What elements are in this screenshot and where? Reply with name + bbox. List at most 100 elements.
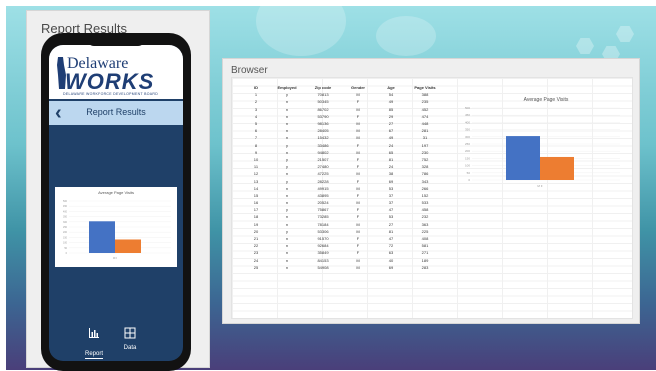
table-cell[interactable]: M: [342, 264, 374, 271]
table-cell[interactable]: 54: [374, 91, 408, 98]
table-cell[interactable]: 5: [242, 120, 270, 127]
table-cell[interactable]: F: [342, 98, 374, 105]
table-cell[interactable]: n: [270, 235, 304, 242]
table-cell[interactable]: 33486: [304, 142, 342, 149]
table-cell[interactable]: y: [270, 177, 304, 184]
table-cell[interactable]: y: [270, 228, 304, 235]
table-cell[interactable]: 363: [408, 221, 442, 228]
table-cell[interactable]: 20524: [304, 199, 342, 206]
table-cell[interactable]: 75867: [304, 206, 342, 213]
table-cell[interactable]: 85: [374, 106, 408, 113]
table-cell[interactable]: 81: [374, 156, 408, 163]
table-cell[interactable]: 21507: [304, 156, 342, 163]
table-cell[interactable]: 15: [242, 192, 270, 199]
table-cell[interactable]: 3: [242, 106, 270, 113]
table-cell[interactable]: n: [270, 221, 304, 228]
table-cell[interactable]: 230: [408, 149, 442, 156]
table-cell[interactable]: n: [270, 213, 304, 220]
table-cell[interactable]: n: [270, 98, 304, 105]
table-row[interactable]: 16 n 20524 M 37 533: [242, 199, 442, 206]
table-cell[interactable]: 18: [242, 213, 270, 220]
table-cell[interactable]: 189: [408, 257, 442, 264]
table-cell[interactable]: 91570: [304, 235, 342, 242]
table-cell[interactable]: 283: [408, 264, 442, 271]
table-cell[interactable]: 24: [242, 257, 270, 264]
table-cell[interactable]: 92684: [304, 242, 342, 249]
table-cell[interactable]: 7: [242, 134, 270, 141]
table-cell[interactable]: n: [270, 149, 304, 156]
table-cell[interactable]: M: [342, 106, 374, 113]
table-cell[interactable]: 37: [374, 199, 408, 206]
table-row[interactable]: 7 n 15432 M 49 31: [242, 134, 442, 141]
table-cell[interactable]: F: [342, 142, 374, 149]
table-cell[interactable]: 24: [374, 163, 408, 170]
table-row[interactable]: 12 n 47225 M 38 786: [242, 170, 442, 177]
table-row[interactable]: 13 y 28228 F 69 343: [242, 177, 442, 184]
table-cell[interactable]: M: [342, 257, 374, 264]
table-cell[interactable]: M: [342, 149, 374, 156]
table-row[interactable]: 2 n 50345 F 49 235: [242, 98, 442, 105]
table-cell[interactable]: M: [342, 134, 374, 141]
table-cell[interactable]: 25: [242, 264, 270, 271]
table-cell[interactable]: M: [342, 221, 374, 228]
table-cell[interactable]: 408: [408, 235, 442, 242]
spreadsheet-view[interactable]: ID Employed Zip code Gender Age Page Vis…: [231, 77, 633, 319]
table-cell[interactable]: 47: [374, 235, 408, 242]
table-cell[interactable]: 81: [374, 228, 408, 235]
table-cell[interactable]: 20: [242, 228, 270, 235]
table-cell[interactable]: 786: [408, 170, 442, 177]
table-cell[interactable]: 24: [374, 142, 408, 149]
table-cell[interactable]: y: [270, 142, 304, 149]
table-cell[interactable]: 22: [242, 242, 270, 249]
table-cell[interactable]: n: [270, 113, 304, 120]
table-cell[interactable]: 72: [374, 242, 408, 249]
table-row[interactable]: 19 n 78184 M 27 363: [242, 221, 442, 228]
table-cell[interactable]: 12: [242, 170, 270, 177]
table-cell[interactable]: 28228: [304, 177, 342, 184]
table-cell[interactable]: 47: [374, 206, 408, 213]
table-cell[interactable]: 43895: [304, 192, 342, 199]
table-row[interactable]: 21 n 91570 F 47 408: [242, 235, 442, 242]
table-cell[interactable]: 17: [242, 206, 270, 213]
table-cell[interactable]: 266: [408, 185, 442, 192]
table-cell[interactable]: F: [342, 213, 374, 220]
table-row[interactable]: 10 y 21507 F 81 752: [242, 156, 442, 163]
table-cell[interactable]: n: [270, 199, 304, 206]
table-row[interactable]: 14 n 49915 M 53 266: [242, 185, 442, 192]
table-cell[interactable]: 38: [374, 170, 408, 177]
table-cell[interactable]: 49: [374, 134, 408, 141]
table-cell[interactable]: 9: [242, 149, 270, 156]
table-cell[interactable]: n: [270, 242, 304, 249]
table-cell[interactable]: 69: [374, 264, 408, 271]
table-cell[interactable]: 271: [408, 249, 442, 256]
table-cell[interactable]: F: [342, 113, 374, 120]
table-cell[interactable]: 63: [374, 249, 408, 256]
table-cell[interactable]: n: [270, 185, 304, 192]
table-cell[interactable]: y: [270, 156, 304, 163]
table-cell[interactable]: 37: [374, 192, 408, 199]
table-cell[interactable]: 752: [408, 156, 442, 163]
table-cell[interactable]: 474: [408, 113, 442, 120]
table-cell[interactable]: 581: [408, 242, 442, 249]
table-cell[interactable]: M: [342, 199, 374, 206]
table-cell[interactable]: 4: [242, 113, 270, 120]
table-cell[interactable]: 388: [408, 91, 442, 98]
table-cell[interactable]: 281: [408, 127, 442, 134]
table-cell[interactable]: y: [270, 206, 304, 213]
table-cell[interactable]: 84153: [304, 257, 342, 264]
table-cell[interactable]: n: [270, 257, 304, 264]
table-cell[interactable]: 23: [242, 249, 270, 256]
table-cell[interactable]: 343: [408, 177, 442, 184]
table-cell[interactable]: F: [342, 235, 374, 242]
table-cell[interactable]: n: [270, 127, 304, 134]
table-cell[interactable]: M: [342, 91, 374, 98]
table-cell[interactable]: 94802: [304, 149, 342, 156]
table-row[interactable]: 8 y 33486 F 24 197: [242, 142, 442, 149]
table-row[interactable]: 23 n 35849 F 63 271: [242, 249, 442, 256]
table-row[interactable]: 18 n 73285 F 53 232: [242, 213, 442, 220]
table-cell[interactable]: 19: [242, 221, 270, 228]
table-cell[interactable]: 27480: [304, 163, 342, 170]
table-cell[interactable]: 1: [242, 91, 270, 98]
table-cell[interactable]: y: [270, 91, 304, 98]
table-cell[interactable]: n: [270, 120, 304, 127]
